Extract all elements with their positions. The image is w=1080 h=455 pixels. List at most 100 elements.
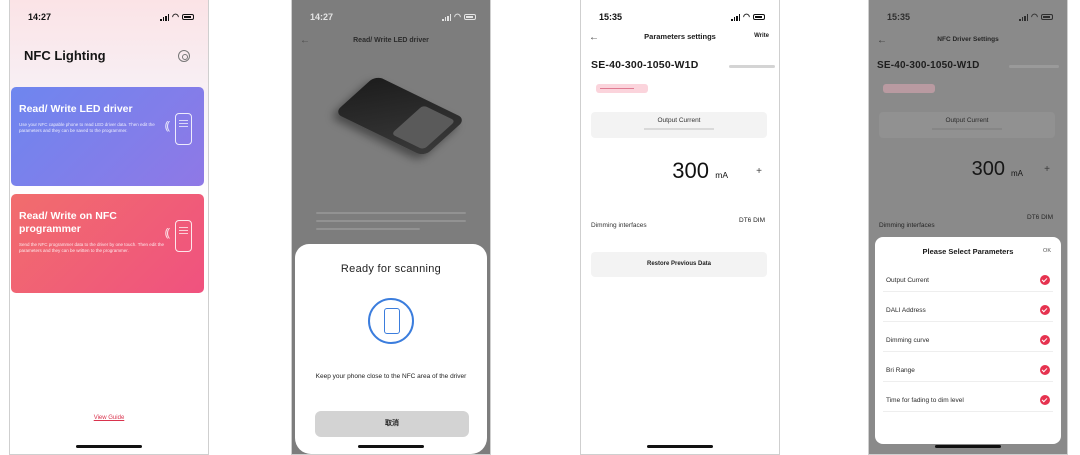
dimming-interfaces-label: Dimming interfaces: [879, 222, 935, 229]
wifi-icon: ◠: [1031, 12, 1038, 21]
card-title: Read/ Write LED driver: [19, 103, 133, 115]
current-value: 300: [672, 158, 709, 183]
battery-icon: [753, 14, 765, 20]
nav-bar: ← Parameters settings Write: [581, 31, 779, 45]
increment-button[interactable]: +: [756, 166, 762, 177]
current-unit: mA: [715, 170, 728, 180]
cancel-button[interactable]: 取消: [315, 411, 469, 437]
card-description: Use your NFC capable phone to read LED d…: [19, 122, 155, 133]
status-time: 14:27: [310, 12, 334, 22]
current-unit: mA: [1011, 169, 1023, 178]
phone-icon: [175, 113, 192, 145]
home-indicator[interactable]: [358, 445, 424, 448]
app-title: NFC Lighting: [24, 48, 106, 63]
phone-screen-scanning: 14:27 ◠ ← Read/ Write LED driver Ready f…: [291, 0, 491, 455]
check-icon[interactable]: [1040, 365, 1050, 375]
dimming-interfaces-value[interactable]: DT6 DIM: [1027, 214, 1053, 230]
check-icon[interactable]: [1040, 335, 1050, 345]
read-write-nfc-programmer-card[interactable]: Read/ Write on NFC programmer Send the N…: [11, 194, 204, 293]
restore-previous-data-button[interactable]: Restore Previous Data: [591, 252, 767, 277]
nfc-scan-sheet: Ready for scanning Keep your phone close…: [295, 244, 487, 454]
increment-button[interactable]: +: [1044, 164, 1050, 175]
status-icons: ◠: [1019, 13, 1053, 21]
view-guide-link[interactable]: View Guide: [10, 415, 208, 421]
status-time: 15:35: [887, 12, 911, 22]
current-value: 300: [971, 158, 1005, 180]
phone-scan-icon: [368, 298, 414, 344]
model-subtext-blurred: [1009, 65, 1059, 68]
select-parameters-sheet: Please Select Parameters OK Output Curre…: [875, 237, 1061, 444]
read-write-led-driver-card[interactable]: Read/ Write LED driver Use your NFC capa…: [11, 87, 204, 186]
status-bar: 14:27 ◠: [292, 0, 490, 34]
param-label: Bri Range: [886, 367, 915, 374]
current-value-row: 300 mA +: [581, 158, 779, 198]
signal-icon: [1019, 13, 1029, 21]
param-row-bri-range[interactable]: Bri Range: [883, 360, 1053, 382]
sheet-message: Keep your phone close to the NFC area of…: [315, 373, 467, 380]
gear-icon[interactable]: [178, 50, 190, 62]
status-time: 15:35: [599, 12, 623, 22]
output-current-label: Output Current: [945, 117, 989, 124]
status-bar: 14:27 ◠: [10, 0, 208, 34]
dimming-interfaces-label: Dimming interfaces: [591, 222, 647, 229]
output-subtext-blurred: [644, 128, 714, 130]
check-icon[interactable]: [1040, 395, 1050, 405]
instruction-text-blurred: [316, 212, 466, 214]
battery-icon: [182, 14, 194, 20]
nav-action-blurred[interactable]: [1058, 37, 1059, 43]
led-driver-illustration: [334, 75, 466, 157]
wifi-icon: ◠: [172, 12, 179, 21]
nav-bar: ← NFC Driver Settings: [869, 34, 1067, 48]
model-subtext-blurred: [729, 65, 775, 68]
phone-screen-select-parameters: 15:35 ◠ ← NFC Driver Settings SE-40-300-…: [868, 0, 1068, 455]
param-label: DALI Address: [886, 307, 926, 314]
signal-icon: [731, 13, 741, 21]
status-icons: ◠: [731, 13, 765, 21]
status-icons: ◠: [442, 13, 476, 21]
param-label: Dimming curve: [886, 337, 930, 344]
card-description: Send the NFC programmer data to the driv…: [19, 242, 164, 253]
home-indicator[interactable]: [935, 445, 1001, 448]
sheet-header: Please Select Parameters OK: [875, 237, 1061, 267]
param-row-dimming-curve[interactable]: Dimming curve: [883, 330, 1053, 352]
write-button[interactable]: Write: [754, 33, 769, 39]
dimming-value-text: DT6 DIM: [739, 217, 765, 224]
signal-icon: [442, 13, 452, 21]
dimming-subtext-blurred: [739, 225, 765, 233]
dimming-subtext-blurred: [1027, 222, 1053, 230]
card-title: Read/ Write on NFC programmer: [19, 210, 117, 235]
phone-icon: [175, 220, 192, 252]
sheet-title: Please Select Parameters: [922, 247, 1014, 256]
dimming-value-text: DT6 DIM: [1027, 214, 1053, 221]
check-icon[interactable]: [1040, 275, 1050, 285]
home-indicator[interactable]: [647, 445, 713, 448]
status-icons: ◠: [160, 13, 194, 21]
dimming-interfaces-value[interactable]: DT6 DIM: [739, 217, 765, 233]
home-indicator[interactable]: [76, 445, 142, 448]
phone-screen-home: 14:27 ◠ NFC Lighting Read/ Write LED dri…: [9, 0, 209, 455]
output-current-selector[interactable]: Output Current: [879, 112, 1055, 138]
instruction-text-blurred: [316, 220, 466, 222]
signal-icon: [160, 13, 170, 21]
param-row-fade-time[interactable]: Time for fading to dim level: [883, 390, 1053, 412]
model-name: SE-40-300-1050-W1D: [877, 60, 980, 71]
phone-screen-parameters: 15:35 ◠ ← Parameters settings Write SE-4…: [580, 0, 780, 455]
param-label: Time for fading to dim level: [886, 397, 964, 404]
param-row-output-current[interactable]: Output Current: [883, 270, 1053, 292]
status-bar: 15:35 ◠: [869, 0, 1067, 34]
wifi-icon: ◠: [743, 12, 750, 21]
param-label: Output Current: [886, 277, 929, 284]
output-current-selector[interactable]: Output Current: [591, 112, 767, 138]
nav-title: NFC Driver Settings: [937, 36, 999, 43]
check-icon[interactable]: [1040, 305, 1050, 315]
nfc-waves-icon: ((: [164, 120, 171, 132]
ok-button[interactable]: OK: [1043, 248, 1051, 254]
nav-title: Parameters settings: [644, 32, 716, 41]
wifi-icon: ◠: [454, 12, 461, 21]
param-row-dali-address[interactable]: DALI Address: [883, 300, 1053, 322]
status-bar: 15:35 ◠: [581, 0, 779, 34]
nfc-waves-icon: ((: [164, 227, 171, 239]
sheet-title: Ready for scanning: [340, 263, 442, 275]
nav-bar: ← Read/ Write LED driver: [292, 34, 490, 48]
instruction-text-blurred: [316, 228, 420, 230]
